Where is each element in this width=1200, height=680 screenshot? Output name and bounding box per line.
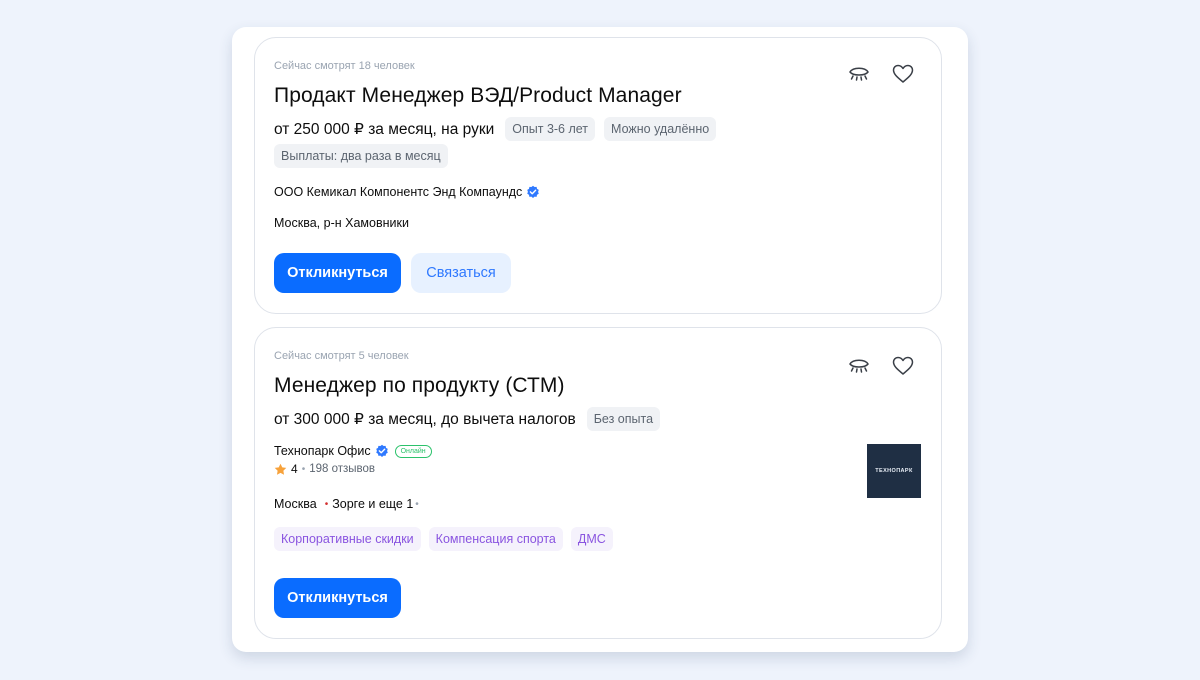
experience-tag: Опыт 3-6 лет — [505, 117, 596, 141]
favorite-button[interactable] — [891, 62, 915, 86]
eye-closed-icon — [849, 67, 869, 81]
salary-row: от 300 000 ₽ за месяц, до вычета налогов… — [274, 407, 661, 431]
actions: Откликнуться Связаться — [274, 253, 674, 293]
location-text: Москва, р-н Хамовники — [274, 216, 409, 230]
apply-button[interactable]: Откликнуться — [274, 253, 401, 293]
online-badge: Онлайн — [394, 444, 432, 458]
location-city: Москва — [274, 497, 317, 511]
separator-dot: • — [301, 463, 306, 475]
vacancy-title[interactable]: Менеджер по продукту (СТМ) — [274, 374, 565, 398]
metro-icon: • — [324, 498, 329, 510]
perk-tag: ДМС — [570, 527, 613, 551]
experience-tag: Без опыта — [586, 407, 661, 431]
vacancy-title[interactable]: Продакт Менеджер ВЭД/Product Manager — [274, 84, 682, 108]
heart-icon — [892, 64, 914, 83]
contact-button[interactable]: Связаться — [411, 253, 511, 293]
salary-row: от 250 000 ₽ за месяц, на руки Опыт 3-6 … — [274, 117, 717, 141]
verified-check-icon — [527, 185, 540, 198]
payment-tag: Выплаты: два раза в месяц — [274, 144, 448, 168]
perks-row: Корпоративные скидки Компенсация спорта … — [274, 527, 613, 551]
location-metro: Зорге и еще 1 — [332, 497, 414, 511]
actions: Откликнуться — [274, 578, 474, 618]
perk-tag: Компенсация спорта — [428, 527, 563, 551]
favorite-button[interactable] — [891, 354, 915, 378]
heart-icon — [892, 356, 914, 375]
viewers-count: Сейчас смотрят 5 человек — [274, 350, 409, 362]
company-rating[interactable]: 4 • 198 отзывов — [274, 462, 375, 476]
hide-vacancy-button[interactable] — [847, 354, 871, 378]
verified-check-icon — [375, 444, 388, 457]
vacancy-card[interactable]: Сейчас смотрят 5 человек Менеджер по про… — [254, 327, 942, 639]
company-logo[interactable]: ТЕХНОПАРК — [867, 444, 921, 498]
extra-tag-row: Выплаты: два раза в месяц — [274, 144, 448, 168]
location: Москва • Зорге и еще 1 • — [274, 497, 419, 511]
remote-tag: Можно удалённо — [604, 117, 717, 141]
vacancy-list-panel: Сейчас смотрят 18 человек Продакт Менедж… — [232, 27, 968, 652]
rating-value: 4 — [291, 462, 298, 476]
viewers-count: Сейчас смотрят 18 человек — [274, 60, 415, 72]
vacancy-card[interactable]: Сейчас смотрят 18 человек Продакт Менедж… — [254, 37, 942, 314]
company-line: Технопарк Офис Онлайн — [274, 444, 432, 458]
salary: от 300 000 ₽ за месяц, до вычета налогов — [274, 410, 576, 428]
star-icon — [274, 463, 287, 475]
company-logo-text: ТЕХНОПАРК — [875, 468, 913, 474]
more-metro-icon: • — [415, 498, 419, 510]
hide-vacancy-button[interactable] — [847, 62, 871, 86]
salary: от 250 000 ₽ за месяц, на руки — [274, 120, 495, 138]
location: Москва, р-н Хамовники — [274, 216, 409, 230]
company-name[interactable]: Технопарк Офис — [274, 444, 371, 458]
company-name[interactable]: ООО Кемикал Компонентс Энд Компаундс — [274, 185, 522, 199]
apply-button[interactable]: Откликнуться — [274, 578, 401, 618]
eye-closed-icon — [849, 359, 869, 373]
reviews-count[interactable]: 198 отзывов — [309, 463, 375, 475]
perk-tag: Корпоративные скидки — [274, 527, 421, 551]
company-line: ООО Кемикал Компонентс Энд Компаундс — [274, 185, 540, 199]
